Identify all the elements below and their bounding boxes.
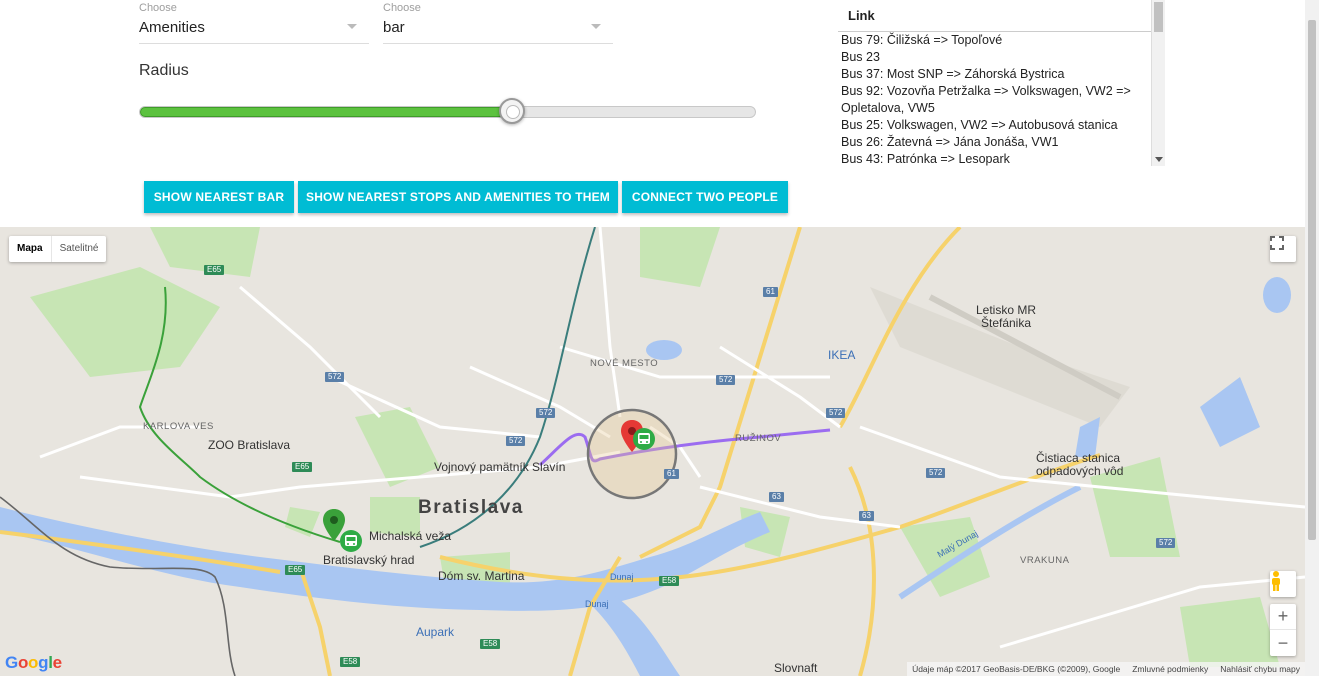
link-item[interactable]: Bus 37: Most SNP => Záhorská Bystrica [841, 66, 1146, 83]
road-badge: 63 [769, 492, 784, 502]
zoom-in-button[interactable]: + [1270, 604, 1296, 630]
road-badge: 61 [763, 287, 778, 297]
link-item[interactable]: Bus 26: Žatevná => Jána Jonáša, VW1 [841, 134, 1146, 151]
road-badge: E58 [659, 576, 680, 586]
terms-link[interactable]: Zmluvné podmienky [1132, 664, 1208, 674]
district-label: RUŽINOV [735, 433, 782, 444]
map-type-satellite-button[interactable]: Satelitné [52, 236, 107, 262]
district-label: KARLOVA VES [143, 421, 214, 432]
road-badge: 572 [325, 372, 345, 382]
google-logo: Google [5, 653, 62, 672]
bus-stop-icon[interactable] [339, 529, 363, 553]
fullscreen-icon [1270, 236, 1284, 250]
poi-label: Letisko MR Štefánika [976, 303, 1037, 330]
road-badge: 572 [506, 436, 526, 446]
amenity-type-select[interactable]: Choose bar [383, 0, 613, 44]
scrollbar-thumb[interactable] [1154, 2, 1163, 32]
road-badge: 63 [859, 511, 874, 521]
road-badge: 572 [826, 408, 846, 418]
road-badge: 572 [536, 408, 556, 418]
show-nearest-stops-button[interactable]: SHOW NEAREST STOPS AND AMENITIES TO THEM [298, 181, 618, 213]
select-caption: Choose [139, 2, 177, 14]
show-nearest-bar-button[interactable]: SHOW NEAREST BAR [144, 181, 294, 213]
select-value: Amenities [139, 19, 205, 36]
report-map-error-link[interactable]: Nahlásiť chybu mapy [1220, 664, 1300, 674]
poi-label: Dóm sv. Martina [438, 569, 525, 583]
road-badge: E58 [480, 639, 501, 649]
page-scrollbar-thumb[interactable] [1308, 20, 1316, 540]
attribution-text: Údaje máp ©2017 GeoBasis-DE/BKG (©2009),… [912, 664, 1121, 674]
road-badge: E65 [292, 462, 313, 472]
link-item[interactable]: Bus 25: Volkswagen, VW2 => Autobusová st… [841, 117, 1146, 134]
link-item[interactable]: Bus 79: Čiližská => Topoľové [841, 32, 1146, 49]
river-label: Dunaj [610, 572, 634, 582]
link-header: Link [838, 0, 1151, 32]
poi-label: Čistiaca stanica odpadových vôd [1036, 451, 1124, 478]
poi-label: ZOO Bratislava [208, 438, 291, 452]
poi-label: Bratislavský hrad [323, 553, 415, 567]
link-list: Bus 79: Čiližská => Topoľové Bus 23 Bus … [841, 32, 1146, 168]
district-label: NOVÉ MESTO [590, 358, 659, 369]
road-badge: 61 [664, 469, 679, 479]
map-attribution: Údaje máp ©2017 GeoBasis-DE/BKG (©2009),… [907, 662, 1305, 676]
poi-label: Michalská veža [369, 529, 452, 543]
poi-label: IKEA [828, 348, 856, 362]
pegman-icon [1272, 571, 1280, 591]
map-type-map-button[interactable]: Mapa [9, 236, 52, 262]
radius-slider-fill [140, 107, 513, 117]
page-scrollbar[interactable] [1305, 0, 1319, 676]
link-item[interactable]: Bus 23 [841, 49, 1146, 66]
road-badge: E58 [340, 657, 361, 667]
zoom-control: + − [1270, 604, 1296, 656]
road-badge: 572 [716, 375, 736, 385]
scroll-down-arrow-icon[interactable] [1155, 157, 1163, 162]
poi-label: Slovnaft [774, 661, 818, 675]
road-badge: 572 [1156, 538, 1176, 548]
river-label: Dunaj [585, 599, 609, 609]
road-badge: E65 [285, 565, 306, 575]
poi-label: Aupark [416, 625, 455, 639]
amenities-select[interactable]: Choose Amenities [139, 0, 369, 44]
bus-stop-icon[interactable] [632, 427, 656, 451]
radius-slider[interactable] [139, 98, 756, 124]
link-item[interactable]: Bus 43: Patrónka => Lesopark [841, 151, 1146, 168]
map-view[interactable]: Bratislava NOVÉ MESTO RUŽINOV KARLOVA VE… [0, 227, 1305, 676]
select-caption: Choose [383, 2, 421, 14]
poi-label: Vojnový pamätník Slavín [434, 460, 566, 474]
chevron-down-icon [347, 24, 357, 29]
chevron-down-icon [591, 24, 601, 29]
app-root: Choose Amenities Choose bar Radius SHOW … [0, 0, 1319, 676]
district-label: VRAKUNA [1020, 555, 1070, 566]
select-value: bar [383, 19, 405, 36]
city-label: Bratislava [418, 497, 524, 518]
road-badge: E65 [204, 265, 225, 275]
link-item[interactable]: Bus 92: Vozovňa Petržalka => Volkswagen,… [841, 83, 1146, 117]
link-list-scrollbar[interactable] [1151, 0, 1165, 166]
radius-slider-handle[interactable] [499, 98, 526, 124]
map-type-control: Mapa Satelitné [9, 236, 107, 262]
fullscreen-button[interactable] [1270, 236, 1296, 262]
street-view-pegman[interactable] [1270, 571, 1296, 597]
zoom-out-button[interactable]: − [1270, 630, 1296, 656]
road-badge: 572 [926, 468, 946, 478]
link-list-panel[interactable]: Link Bus 79: Čiližská => Topoľové Bus 23… [838, 0, 1165, 166]
radius-label: Radius [139, 62, 189, 79]
connect-two-people-button[interactable]: CONNECT TWO PEOPLE [622, 181, 788, 213]
